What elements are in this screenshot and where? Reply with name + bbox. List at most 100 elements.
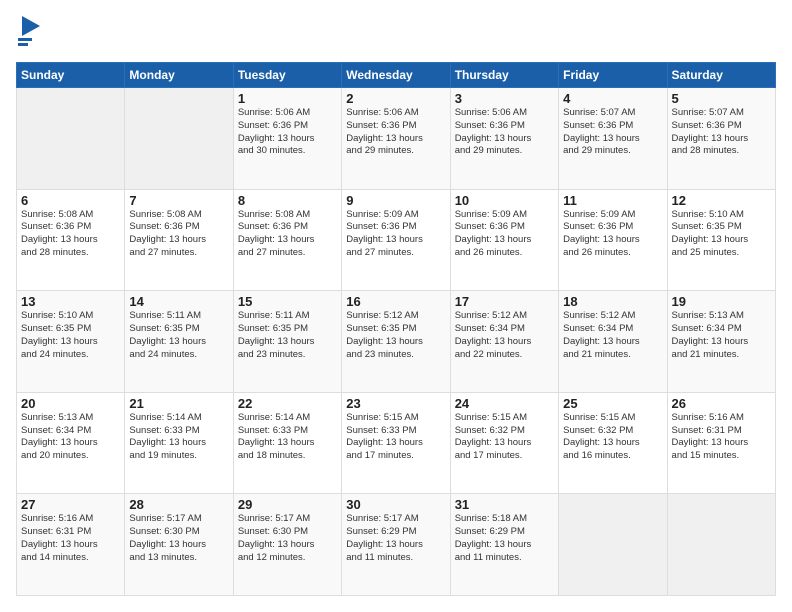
day-number: 6 bbox=[21, 193, 120, 208]
calendar-cell bbox=[125, 88, 233, 190]
day-number: 17 bbox=[455, 294, 554, 309]
calendar-week-row: 13Sunrise: 5:10 AM Sunset: 6:35 PM Dayli… bbox=[17, 291, 776, 393]
calendar-header-tuesday: Tuesday bbox=[233, 63, 341, 88]
day-info: Sunrise: 5:12 AM Sunset: 6:34 PM Dayligh… bbox=[455, 310, 554, 361]
calendar-cell: 26Sunrise: 5:16 AM Sunset: 6:31 PM Dayli… bbox=[667, 392, 775, 494]
calendar-cell: 5Sunrise: 5:07 AM Sunset: 6:36 PM Daylig… bbox=[667, 88, 775, 190]
calendar-cell bbox=[559, 494, 667, 596]
calendar-header-friday: Friday bbox=[559, 63, 667, 88]
day-number: 28 bbox=[129, 497, 228, 512]
day-number: 16 bbox=[346, 294, 445, 309]
day-info: Sunrise: 5:06 AM Sunset: 6:36 PM Dayligh… bbox=[238, 107, 337, 158]
day-number: 7 bbox=[129, 193, 228, 208]
day-info: Sunrise: 5:11 AM Sunset: 6:35 PM Dayligh… bbox=[238, 310, 337, 361]
calendar-cell: 17Sunrise: 5:12 AM Sunset: 6:34 PM Dayli… bbox=[450, 291, 558, 393]
calendar-cell: 8Sunrise: 5:08 AM Sunset: 6:36 PM Daylig… bbox=[233, 189, 341, 291]
day-number: 10 bbox=[455, 193, 554, 208]
day-number: 13 bbox=[21, 294, 120, 309]
day-number: 29 bbox=[238, 497, 337, 512]
day-info: Sunrise: 5:11 AM Sunset: 6:35 PM Dayligh… bbox=[129, 310, 228, 361]
day-number: 12 bbox=[672, 193, 771, 208]
day-info: Sunrise: 5:09 AM Sunset: 6:36 PM Dayligh… bbox=[346, 209, 445, 260]
calendar-header-saturday: Saturday bbox=[667, 63, 775, 88]
day-number: 25 bbox=[563, 396, 662, 411]
calendar-cell: 15Sunrise: 5:11 AM Sunset: 6:35 PM Dayli… bbox=[233, 291, 341, 393]
calendar-cell: 19Sunrise: 5:13 AM Sunset: 6:34 PM Dayli… bbox=[667, 291, 775, 393]
calendar-cell: 23Sunrise: 5:15 AM Sunset: 6:33 PM Dayli… bbox=[342, 392, 450, 494]
calendar-table: SundayMondayTuesdayWednesdayThursdayFrid… bbox=[16, 62, 776, 596]
calendar-cell bbox=[17, 88, 125, 190]
calendar-cell: 12Sunrise: 5:10 AM Sunset: 6:35 PM Dayli… bbox=[667, 189, 775, 291]
day-info: Sunrise: 5:15 AM Sunset: 6:33 PM Dayligh… bbox=[346, 412, 445, 463]
day-info: Sunrise: 5:12 AM Sunset: 6:35 PM Dayligh… bbox=[346, 310, 445, 361]
day-info: Sunrise: 5:17 AM Sunset: 6:30 PM Dayligh… bbox=[129, 513, 228, 564]
day-number: 19 bbox=[672, 294, 771, 309]
day-number: 9 bbox=[346, 193, 445, 208]
calendar-cell: 24Sunrise: 5:15 AM Sunset: 6:32 PM Dayli… bbox=[450, 392, 558, 494]
calendar-cell: 9Sunrise: 5:09 AM Sunset: 6:36 PM Daylig… bbox=[342, 189, 450, 291]
day-info: Sunrise: 5:06 AM Sunset: 6:36 PM Dayligh… bbox=[346, 107, 445, 158]
calendar-cell: 20Sunrise: 5:13 AM Sunset: 6:34 PM Dayli… bbox=[17, 392, 125, 494]
day-number: 30 bbox=[346, 497, 445, 512]
day-number: 1 bbox=[238, 91, 337, 106]
header bbox=[16, 16, 776, 52]
calendar-cell: 28Sunrise: 5:17 AM Sunset: 6:30 PM Dayli… bbox=[125, 494, 233, 596]
calendar-cell: 13Sunrise: 5:10 AM Sunset: 6:35 PM Dayli… bbox=[17, 291, 125, 393]
calendar-cell: 29Sunrise: 5:17 AM Sunset: 6:30 PM Dayli… bbox=[233, 494, 341, 596]
calendar-cell: 14Sunrise: 5:11 AM Sunset: 6:35 PM Dayli… bbox=[125, 291, 233, 393]
day-info: Sunrise: 5:07 AM Sunset: 6:36 PM Dayligh… bbox=[672, 107, 771, 158]
calendar-header-wednesday: Wednesday bbox=[342, 63, 450, 88]
calendar-cell: 27Sunrise: 5:16 AM Sunset: 6:31 PM Dayli… bbox=[17, 494, 125, 596]
calendar-header-sunday: Sunday bbox=[17, 63, 125, 88]
calendar-cell: 16Sunrise: 5:12 AM Sunset: 6:35 PM Dayli… bbox=[342, 291, 450, 393]
day-number: 3 bbox=[455, 91, 554, 106]
day-info: Sunrise: 5:07 AM Sunset: 6:36 PM Dayligh… bbox=[563, 107, 662, 158]
day-number: 31 bbox=[455, 497, 554, 512]
calendar-cell: 6Sunrise: 5:08 AM Sunset: 6:36 PM Daylig… bbox=[17, 189, 125, 291]
calendar-cell: 7Sunrise: 5:08 AM Sunset: 6:36 PM Daylig… bbox=[125, 189, 233, 291]
calendar-week-row: 1Sunrise: 5:06 AM Sunset: 6:36 PM Daylig… bbox=[17, 88, 776, 190]
day-info: Sunrise: 5:10 AM Sunset: 6:35 PM Dayligh… bbox=[21, 310, 120, 361]
calendar-cell: 22Sunrise: 5:14 AM Sunset: 6:33 PM Dayli… bbox=[233, 392, 341, 494]
calendar-cell: 1Sunrise: 5:06 AM Sunset: 6:36 PM Daylig… bbox=[233, 88, 341, 190]
day-info: Sunrise: 5:10 AM Sunset: 6:35 PM Dayligh… bbox=[672, 209, 771, 260]
day-number: 18 bbox=[563, 294, 662, 309]
calendar-cell: 21Sunrise: 5:14 AM Sunset: 6:33 PM Dayli… bbox=[125, 392, 233, 494]
day-info: Sunrise: 5:14 AM Sunset: 6:33 PM Dayligh… bbox=[238, 412, 337, 463]
day-info: Sunrise: 5:13 AM Sunset: 6:34 PM Dayligh… bbox=[672, 310, 771, 361]
day-number: 21 bbox=[129, 396, 228, 411]
day-info: Sunrise: 5:13 AM Sunset: 6:34 PM Dayligh… bbox=[21, 412, 120, 463]
day-number: 20 bbox=[21, 396, 120, 411]
day-number: 24 bbox=[455, 396, 554, 411]
day-number: 5 bbox=[672, 91, 771, 106]
logo bbox=[16, 16, 40, 52]
calendar-cell: 4Sunrise: 5:07 AM Sunset: 6:36 PM Daylig… bbox=[559, 88, 667, 190]
day-info: Sunrise: 5:17 AM Sunset: 6:29 PM Dayligh… bbox=[346, 513, 445, 564]
day-number: 4 bbox=[563, 91, 662, 106]
calendar-cell: 18Sunrise: 5:12 AM Sunset: 6:34 PM Dayli… bbox=[559, 291, 667, 393]
day-info: Sunrise: 5:08 AM Sunset: 6:36 PM Dayligh… bbox=[129, 209, 228, 260]
day-info: Sunrise: 5:14 AM Sunset: 6:33 PM Dayligh… bbox=[129, 412, 228, 463]
day-info: Sunrise: 5:17 AM Sunset: 6:30 PM Dayligh… bbox=[238, 513, 337, 564]
day-info: Sunrise: 5:09 AM Sunset: 6:36 PM Dayligh… bbox=[455, 209, 554, 260]
calendar-cell: 30Sunrise: 5:17 AM Sunset: 6:29 PM Dayli… bbox=[342, 494, 450, 596]
day-info: Sunrise: 5:06 AM Sunset: 6:36 PM Dayligh… bbox=[455, 107, 554, 158]
page: SundayMondayTuesdayWednesdayThursdayFrid… bbox=[0, 0, 792, 612]
calendar-cell: 25Sunrise: 5:15 AM Sunset: 6:32 PM Dayli… bbox=[559, 392, 667, 494]
calendar-week-row: 27Sunrise: 5:16 AM Sunset: 6:31 PM Dayli… bbox=[17, 494, 776, 596]
day-number: 15 bbox=[238, 294, 337, 309]
calendar-header-thursday: Thursday bbox=[450, 63, 558, 88]
day-number: 22 bbox=[238, 396, 337, 411]
day-number: 26 bbox=[672, 396, 771, 411]
day-info: Sunrise: 5:09 AM Sunset: 6:36 PM Dayligh… bbox=[563, 209, 662, 260]
day-info: Sunrise: 5:15 AM Sunset: 6:32 PM Dayligh… bbox=[455, 412, 554, 463]
calendar-cell: 11Sunrise: 5:09 AM Sunset: 6:36 PM Dayli… bbox=[559, 189, 667, 291]
calendar-cell: 3Sunrise: 5:06 AM Sunset: 6:36 PM Daylig… bbox=[450, 88, 558, 190]
calendar-cell bbox=[667, 494, 775, 596]
day-info: Sunrise: 5:15 AM Sunset: 6:32 PM Dayligh… bbox=[563, 412, 662, 463]
calendar-cell: 31Sunrise: 5:18 AM Sunset: 6:29 PM Dayli… bbox=[450, 494, 558, 596]
day-info: Sunrise: 5:16 AM Sunset: 6:31 PM Dayligh… bbox=[672, 412, 771, 463]
calendar-cell: 10Sunrise: 5:09 AM Sunset: 6:36 PM Dayli… bbox=[450, 189, 558, 291]
logo-icon bbox=[18, 16, 40, 48]
calendar-cell: 2Sunrise: 5:06 AM Sunset: 6:36 PM Daylig… bbox=[342, 88, 450, 190]
